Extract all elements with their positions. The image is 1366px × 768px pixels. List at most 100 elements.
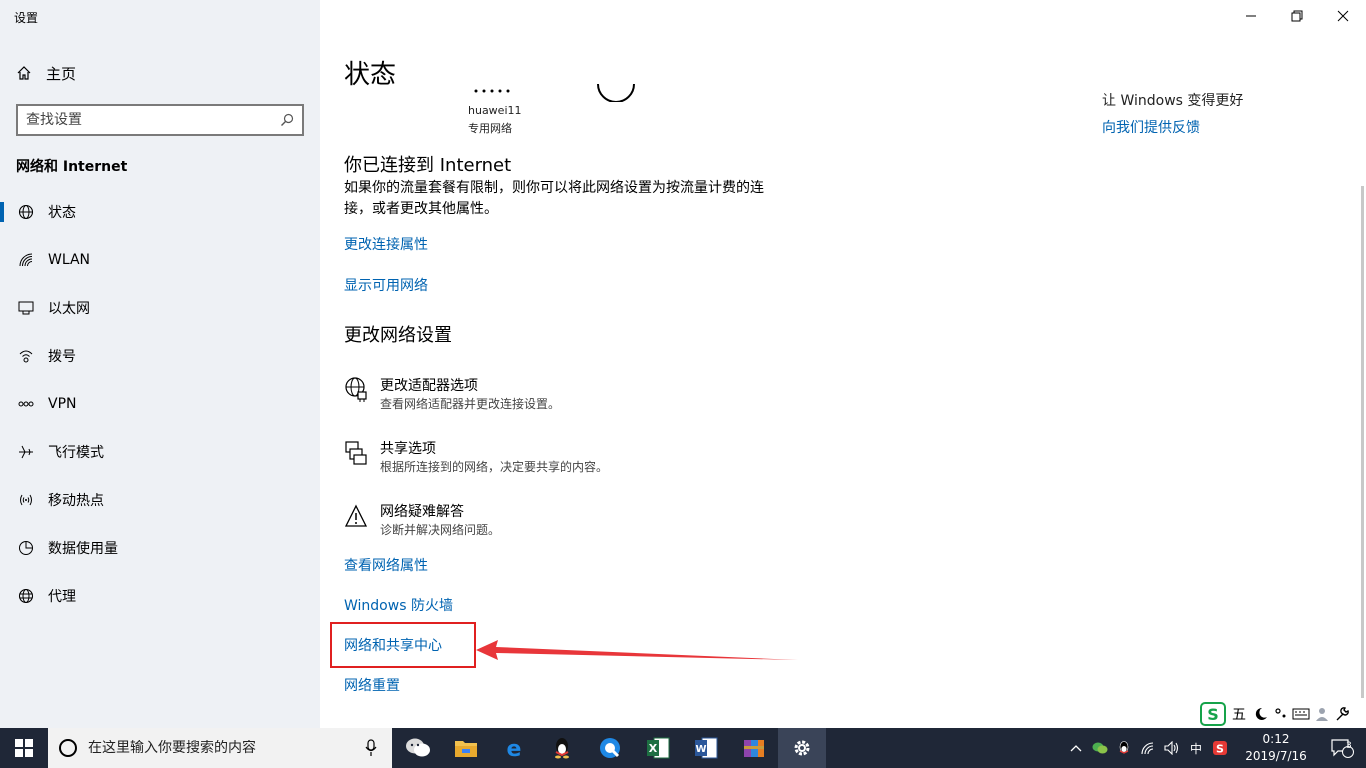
svg-text:X: X — [649, 742, 658, 755]
show-available-networks-link[interactable]: 显示可用网络 — [344, 275, 428, 295]
wechat-tray-icon[interactable] — [1088, 741, 1112, 755]
sharing-options-item[interactable]: 共享选项 根据所连接到的网络，决定要共享的内容。 — [344, 440, 608, 476]
settings-app[interactable] — [778, 728, 826, 768]
restore-button[interactable] — [1274, 0, 1320, 32]
adapter-options-item[interactable]: 更改适配器选项 查看网络适配器并更改连接设置。 — [344, 377, 560, 413]
network-icon-fragment — [470, 86, 520, 98]
wifi-icon — [16, 250, 36, 270]
annotation-arrow — [476, 640, 798, 660]
gear-icon — [794, 740, 810, 756]
sidebar-item-wlan[interactable]: WLAN — [0, 236, 320, 284]
sidebar: 设置 主页 网络和 Internet 状态 WLAN 以太网 拨号 VPN — [0, 0, 320, 728]
option-title: 更改适配器选项 — [380, 378, 478, 394]
taskbar-search[interactable] — [48, 728, 392, 768]
volume-icon[interactable] — [1160, 741, 1184, 755]
word-icon: W — [695, 737, 718, 759]
option-description: 根据所连接到的网络，决定要共享的内容。 — [380, 460, 609, 474]
network-tray-icon[interactable] — [1136, 741, 1160, 755]
network-type: 专用网络 — [468, 122, 512, 135]
minimize-icon — [1246, 15, 1256, 17]
windows-firewall-link[interactable]: Windows 防火墙 — [344, 595, 453, 615]
home-label: 主页 — [46, 64, 77, 83]
notification-center-button[interactable]: 3 — [1322, 728, 1362, 768]
ime-mode[interactable]: 五 — [1232, 704, 1246, 724]
folder-icon — [455, 741, 477, 757]
home-icon — [17, 66, 31, 80]
data-usage-icon — [16, 538, 36, 558]
search-icon[interactable] — [280, 113, 294, 127]
svg-text:S: S — [1216, 743, 1224, 756]
feedback-link[interactable]: 向我们提供反馈 — [1102, 117, 1200, 137]
browser-app[interactable] — [586, 728, 634, 768]
edge-app[interactable]: e — [490, 728, 538, 768]
sharing-icon — [344, 440, 368, 468]
wechat-app[interactable] — [394, 728, 442, 768]
word-app[interactable]: W — [682, 728, 730, 768]
sidebar-item-ethernet[interactable]: 以太网 — [0, 284, 320, 332]
wrench-icon[interactable] — [1334, 706, 1350, 722]
option-description: 查看网络适配器并更改连接设置。 — [380, 397, 561, 411]
qq-app[interactable] — [538, 728, 586, 768]
sidebar-item-label: 移动热点 — [48, 493, 104, 509]
option-title: 网络疑难解答 — [380, 504, 464, 520]
sidebar-item-status[interactable]: 状态 — [0, 188, 320, 236]
user-icon[interactable] — [1314, 706, 1330, 722]
troubleshoot-item[interactable]: 网络疑难解答 诊断并解决网络问题。 — [344, 503, 500, 539]
sidebar-item-proxy[interactable]: 代理 — [0, 572, 320, 620]
svg-text:W: W — [695, 744, 706, 755]
sidebar-item-hotspot[interactable]: 移动热点 — [0, 476, 320, 524]
chevron-up-icon[interactable] — [1064, 744, 1088, 752]
network-reset-link[interactable]: 网络重置 — [344, 675, 400, 695]
clock[interactable]: 0:12 2019/7/16 — [1240, 731, 1312, 765]
window-controls — [1228, 0, 1366, 32]
start-button[interactable] — [0, 728, 48, 768]
close-button[interactable] — [1320, 0, 1366, 32]
qq-tray-icon[interactable] — [1112, 740, 1136, 756]
input-language[interactable]: 中 — [1184, 740, 1208, 757]
sidebar-item-airplane[interactable]: 飞行模式 — [0, 428, 320, 476]
search-box[interactable] — [16, 104, 304, 136]
qq-icon — [555, 738, 569, 759]
clock-date: 2019/7/16 — [1245, 749, 1307, 763]
globe-icon — [16, 202, 36, 222]
minimize-button[interactable] — [1228, 0, 1274, 32]
sidebar-nav: 状态 WLAN 以太网 拨号 VPN 飞行模式 移动热点 数据使用量 代理 — [0, 188, 320, 620]
section-title: 网络和 Internet — [16, 159, 128, 175]
sidebar-item-label: VPN — [48, 396, 77, 412]
punctuation-icon[interactable] — [1274, 706, 1288, 722]
keyboard-icon[interactable] — [1292, 707, 1310, 721]
main-content: 状态 huawei11 专用网络 让 Windows 变得更好 向我们提供反馈 … — [320, 0, 1366, 728]
cortana-icon — [59, 739, 77, 757]
file-explorer-app[interactable] — [442, 728, 490, 768]
connected-title: 你已连接到 Internet — [344, 155, 512, 176]
edge-icon: e — [507, 737, 522, 760]
ethernet-icon — [16, 298, 36, 318]
sidebar-item-label: 状态 — [48, 205, 76, 221]
search-input[interactable] — [26, 112, 280, 128]
notification-count: 3 — [1346, 741, 1352, 751]
sogou-tray-icon[interactable]: S — [1208, 740, 1232, 756]
scrollbar[interactable] — [1361, 186, 1364, 698]
view-network-properties-link[interactable]: 查看网络属性 — [344, 555, 428, 575]
microphone-icon[interactable] — [365, 739, 377, 757]
highlight-box — [330, 622, 476, 668]
excel-app[interactable]: X — [634, 728, 682, 768]
sidebar-item-data-usage[interactable]: 数据使用量 — [0, 524, 320, 572]
warning-icon — [344, 503, 368, 531]
sidebar-item-dialup[interactable]: 拨号 — [0, 332, 320, 380]
hotspot-icon — [16, 490, 36, 510]
home-button[interactable]: 主页 — [16, 60, 76, 86]
winrar-app[interactable] — [730, 728, 778, 768]
change-connection-properties-link[interactable]: 更改连接属性 — [344, 234, 428, 254]
connected-description: 如果你的流量套餐有限制，则你可以将此网络设置为按流量计费的连接，或者更改其他属性… — [344, 180, 764, 217]
change-network-settings-title: 更改网络设置 — [344, 325, 452, 346]
moon-icon[interactable] — [1252, 706, 1270, 722]
adapter-icon — [344, 377, 368, 405]
option-title: 共享选项 — [380, 441, 436, 457]
taskbar-search-input[interactable] — [88, 740, 348, 756]
sidebar-item-vpn[interactable]: VPN — [0, 380, 320, 428]
wechat-icon — [406, 738, 430, 757]
sidebar-item-label: WLAN — [48, 252, 91, 268]
browser-icon — [600, 738, 620, 758]
sogou-icon[interactable]: S — [1200, 702, 1226, 726]
